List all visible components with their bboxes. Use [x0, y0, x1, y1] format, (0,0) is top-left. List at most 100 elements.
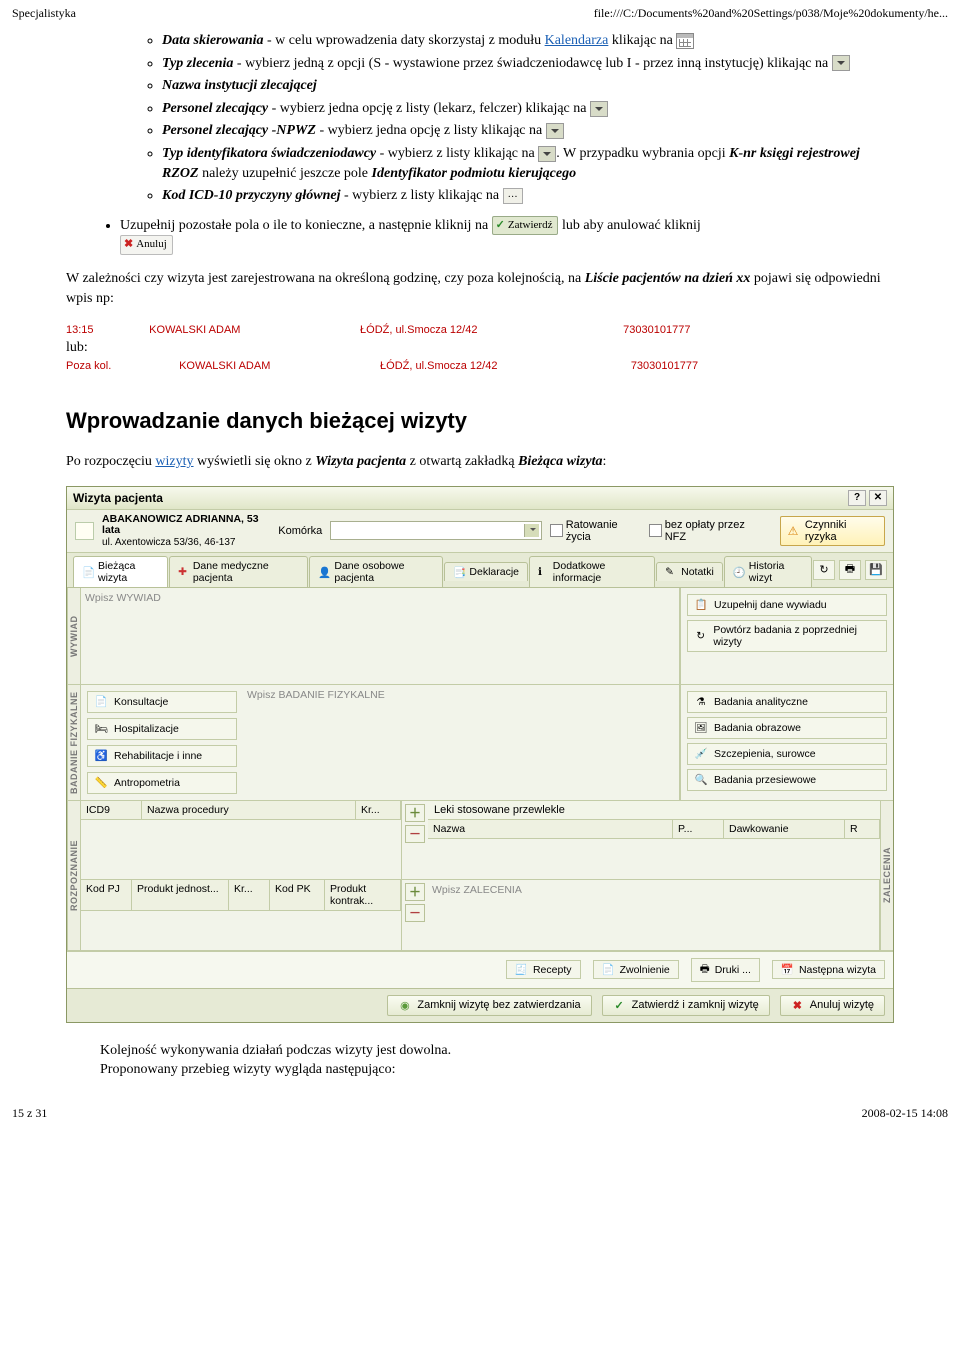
ratowanie-checkbox[interactable]: Ratowanie życia [550, 519, 641, 543]
dropdown-icon[interactable] [538, 146, 556, 162]
warning-icon [788, 524, 800, 537]
btn-hospitalizacje[interactable]: 🛏Hospitalizacje [87, 718, 237, 740]
close-button[interactable]: ✕ [869, 490, 887, 506]
add-row-button[interactable]: ＋ [405, 804, 425, 822]
col-nazwa-proc[interactable]: Nazwa procedury [142, 801, 356, 820]
input-wywiad[interactable]: Wpisz WYWIAD [81, 588, 680, 684]
zatwierdz-button[interactable]: Zatwierdź [492, 216, 559, 235]
tab-icon: 👤 [318, 566, 330, 578]
tab-dodatkowe[interactable]: ℹDodatkowe informacje [529, 556, 655, 587]
ellipsis-icon[interactable]: … [503, 188, 523, 204]
col-leki-nazwa[interactable]: Nazwa [428, 820, 673, 839]
section-label-wywiad: WYWIAD [67, 588, 81, 684]
tab-icon: ✎ [665, 566, 677, 578]
section-label-rozpoznanie: ROZPOZNANIE [67, 801, 81, 950]
col-kodpk[interactable]: Kod PK [270, 880, 325, 911]
col-kodpj[interactable]: Kod PJ [81, 880, 132, 911]
komorka-combo[interactable] [330, 521, 542, 540]
dropdown-icon[interactable] [590, 101, 608, 117]
add-row-button[interactable]: ＋ [405, 883, 425, 901]
btn-konsultacje[interactable]: 📄Konsultacje [87, 691, 237, 713]
col-leki-dawk[interactable]: Dawkowanie [724, 820, 845, 839]
toolbar-refresh-icon[interactable]: ↻ [813, 560, 835, 580]
dropdown-icon[interactable] [832, 55, 850, 71]
bed-icon: 🛏 [94, 722, 108, 736]
bullet-uzupelnij: Uzupełnij pozostałe pola o ile to koniec… [120, 216, 894, 255]
btn-antropometria[interactable]: 📏Antropometria [87, 772, 237, 794]
link-wizyty[interactable]: wizyty [155, 454, 193, 469]
search-icon: 🔍 [694, 773, 708, 787]
btn-szczepienia[interactable]: 💉Szczepienia, surowce [687, 743, 887, 765]
btn-rehabilitacje[interactable]: ♿Rehabilitacje i inne [87, 745, 237, 767]
tab-dane-medyczne[interactable]: ✚Dane medyczne pacjenta [169, 556, 308, 587]
btn-nastepna[interactable]: 📅Następna wizyta [772, 960, 885, 979]
bullet-typ-ident: Typ identyfikatora świadczeniodawcy - wy… [162, 144, 894, 183]
hdr-left: Specjalistyka [12, 6, 76, 21]
table-row: Poza kol.KOWALSKI ADAMŁÓDŹ, ul.Smocza 12… [66, 358, 786, 374]
btn-druki[interactable]: 🖶Druki ... [691, 958, 760, 982]
patient-icon [75, 522, 94, 540]
dropdown-icon[interactable] [546, 123, 564, 139]
remove-row-button[interactable]: － [405, 904, 425, 922]
table-row: 13:15KOWALSKI ADAMŁÓDŹ, ul.Smocza 12/427… [66, 322, 786, 338]
tab-icon: ✚ [178, 566, 189, 578]
doc-icon: 📄 [94, 695, 108, 709]
col-leki-r[interactable]: R [845, 820, 880, 839]
section-label-zalecenia: ZALECENIA [880, 801, 893, 950]
col-prodj[interactable]: Produkt jednost... [132, 880, 229, 911]
refresh-icon: ↻ [694, 629, 707, 643]
list-preview-2: Poza kol.KOWALSKI ADAMŁÓDŹ, ul.Smocza 12… [66, 358, 786, 374]
col-icd9[interactable]: ICD9 [81, 801, 142, 820]
toolbar-save-icon[interactable]: 💾 [865, 560, 887, 580]
btn-zwolnienie[interactable]: 📄Zwolnienie [593, 960, 679, 979]
calendar-icon[interactable] [676, 33, 694, 49]
link-kalendarza[interactable]: Kalendarza [545, 33, 609, 48]
stop-icon [398, 999, 411, 1012]
tab-icon: 🕘 [733, 566, 745, 578]
calendar-icon: 📅 [781, 963, 794, 976]
remove-row-button[interactable]: － [405, 825, 425, 843]
anuluj-button[interactable]: Anuluj [120, 235, 173, 254]
footer-page: 15 z 31 [12, 1106, 47, 1121]
tab-deklaracje[interactable]: 📑Deklaracje [444, 562, 528, 581]
input-zalecenia[interactable]: Wpisz ZALECENIA [428, 880, 880, 950]
bullet-icd10: Kod ICD-10 przyczyny głównej - wybierz z… [162, 186, 894, 206]
btn-anuluj-wizyte[interactable]: Anuluj wizytę [780, 995, 885, 1016]
tab-biezaca[interactable]: 📄Bieżąca wizyta [73, 556, 168, 587]
flask-icon: ⚗ [694, 695, 708, 709]
col-kr2[interactable]: Kr... [229, 880, 270, 911]
input-badanie[interactable]: Wpisz BADANIE FIZYKALNE [243, 685, 680, 800]
tab-dane-osobowe[interactable]: 👤Dane osobowe pacjenta [309, 556, 443, 587]
bullet-data-skierowania: Data skierowania - w celu wprowadzenia d… [162, 31, 894, 51]
btn-bad-analityczne[interactable]: ⚗Badania analityczne [687, 691, 887, 713]
col-leki-p[interactable]: P... [673, 820, 724, 839]
btn-bad-obrazowe[interactable]: 🖼Badania obrazowe [687, 717, 887, 739]
list-icon: 📋 [694, 598, 708, 612]
btn-zatwierdz-zamknij[interactable]: Zatwierdź i zamknij wizytę [602, 995, 770, 1016]
bullet-personel-npwz: Personel zlecający -NPWZ - wybierz jedna… [162, 121, 894, 141]
btn-bad-przesiewowe[interactable]: 🔍Badania przesiewowe [687, 769, 887, 791]
toolbar-print-icon[interactable]: 🖶 [839, 560, 861, 580]
section-label-badanie: BADANIE FIZYKALNE [67, 685, 81, 800]
czynniki-button[interactable]: Czynniki ryzyka [780, 516, 885, 546]
recepty-icon: 🧾 [515, 963, 528, 976]
tab-icon: 📄 [82, 566, 94, 578]
tab-notatki[interactable]: ✎Notatki [656, 562, 723, 581]
footer-date: 2008-02-15 14:08 [862, 1106, 948, 1121]
col-prodk[interactable]: Produkt kontrak... [325, 880, 401, 911]
ruler-icon: 📏 [94, 776, 108, 790]
btn-powtorz-badania[interactable]: ↻Powtórz badania z poprzedniej wizyty [687, 620, 887, 652]
window-title: Wizyta pacjenta [73, 491, 163, 505]
bullet-nazwa: Nazwa instytucji zlecającej [162, 76, 894, 96]
tab-historia[interactable]: 🕘Historia wizyt [724, 556, 812, 587]
hdr-right: file:///C:/Documents%20and%20Settings/p0… [594, 6, 948, 21]
help-button[interactable]: ? [848, 490, 866, 506]
btn-uzupelnij-wywiad[interactable]: 📋Uzupełnij dane wywiadu [687, 594, 887, 616]
tab-icon: 📑 [453, 566, 465, 578]
btn-zamknij-bez[interactable]: Zamknij wizytę bez zatwierdzania [387, 995, 591, 1016]
bullet-personel: Personel zlecający - wybierz jedna opcję… [162, 99, 894, 119]
btn-recepty[interactable]: 🧾Recepty [506, 960, 581, 979]
bezoplaty-checkbox[interactable]: bez opłaty przez NFZ [649, 519, 763, 543]
col-kr[interactable]: Kr... [356, 801, 401, 820]
para-okno: Po rozpoczęciu wizyty wyświetli się okno… [66, 452, 894, 472]
